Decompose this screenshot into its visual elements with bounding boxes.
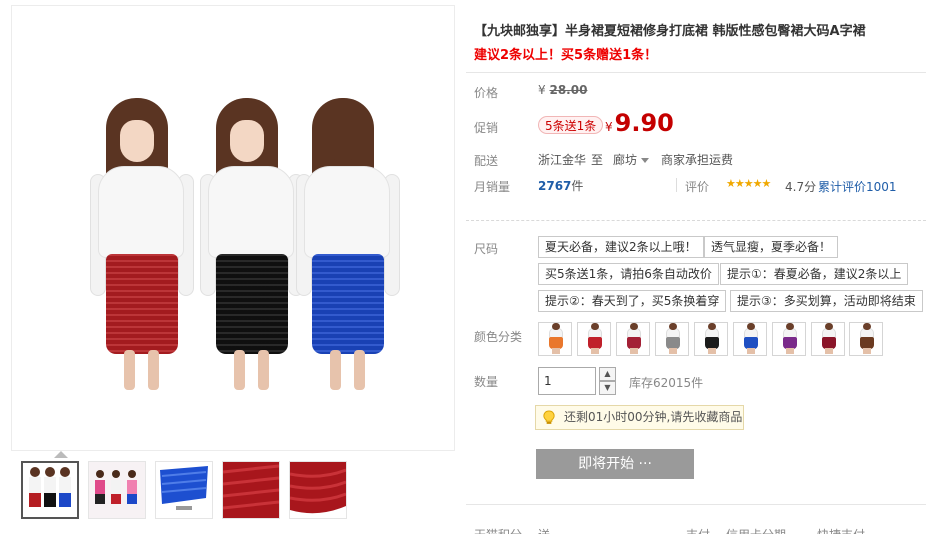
color-swatch-red-skirt[interactable]: [577, 322, 611, 356]
color-swatch-blue-skirt[interactable]: [733, 322, 767, 356]
footer-payment-label: 支付: [686, 526, 710, 534]
lightbulb-icon: [543, 410, 555, 424]
footer-credit-installment: 信用卡分期: [726, 526, 786, 534]
footer-quick-pay: 快捷支付: [817, 526, 865, 534]
price-label: 价格: [474, 86, 499, 100]
footer-points-label: 天猫积分: [474, 526, 522, 534]
thumbnail-5[interactable]: [289, 461, 347, 519]
quantity-increase-button[interactable]: ▲: [599, 367, 616, 381]
size-option-1[interactable]: 夏天必备，建议2条以上哦！: [538, 236, 704, 258]
stock-count: 库存62015件: [629, 376, 704, 390]
chevron-down-icon: [641, 158, 650, 163]
original-price-value: 28.00: [549, 83, 588, 97]
favorite-tip: 还剩01小时00分钟,请先收藏商品: [535, 405, 744, 430]
monthly-sales-label: 月销量: [474, 180, 511, 194]
monthly-sales-count: 2767: [538, 179, 572, 193]
model-black-skirt: [200, 98, 304, 390]
original-price-currency: ¥: [538, 83, 546, 97]
size-option-5[interactable]: 提示②：春天到了，买5条换着穿: [538, 290, 727, 312]
rating-label: 评价: [685, 180, 710, 194]
favorite-tip-text: 还剩01小时00分钟,请先收藏商品: [564, 410, 743, 424]
size-option-3[interactable]: 买5条送1条，请拍6条自动改价: [538, 263, 719, 285]
chevron-up-icon: ▲: [604, 369, 611, 378]
thumbnail-strip: [11, 451, 455, 534]
thumbnail-2[interactable]: [88, 461, 146, 519]
divider: [676, 178, 677, 192]
divider: [466, 72, 926, 73]
chevron-down-icon: ▼: [604, 383, 611, 392]
shipping-from: 浙江金华: [538, 153, 587, 167]
color-swatch-brown-skirt[interactable]: [849, 322, 883, 356]
promotion-tag: 5条送1条: [538, 116, 604, 134]
thumbnail-4[interactable]: [222, 461, 280, 519]
quantity-input[interactable]: [538, 367, 596, 395]
color-swatch-black-skirt[interactable]: [694, 322, 728, 356]
color-swatch-purple-skirt[interactable]: [772, 322, 806, 356]
thumbnail-1[interactable]: [21, 461, 79, 519]
promotion-price-value: 9.90: [614, 109, 674, 137]
thumbnail-3[interactable]: [155, 461, 213, 519]
color-swatch-wine-skirt[interactable]: [811, 322, 845, 356]
model-blue-skirt-back: [296, 98, 400, 390]
promotion-price-currency: ¥: [605, 120, 613, 134]
size-option-6[interactable]: 提示③：多买划算，活动即将结束: [730, 290, 923, 312]
product-title: 【九块邮独享】半身裙夏短裙修身打底裙 韩版性感包臀裙大码A字裙: [474, 24, 866, 39]
color-swatch-orange-skirt[interactable]: [538, 322, 572, 356]
size-label: 尺码: [474, 242, 499, 256]
monthly-sales-unit: 件: [571, 179, 584, 193]
promotion-price: ¥9.90: [605, 109, 674, 137]
size-option-2[interactable]: 透气显瘦，夏季必备！: [704, 236, 839, 258]
coming-soon-button[interactable]: 即将开始 ···: [536, 449, 694, 479]
shipping-to-word: 至: [591, 153, 604, 167]
quantity-label: 数量: [474, 375, 499, 389]
monthly-sales: 2767件: [538, 177, 583, 194]
size-option-4[interactable]: 提示①：春夏必备，建议2条以上: [720, 263, 909, 285]
color-label: 颜色分类: [474, 330, 523, 344]
divider: [466, 504, 926, 505]
color-swatch-burgundy-skirt[interactable]: [616, 322, 650, 356]
quantity-decrease-button[interactable]: ▼: [599, 381, 616, 395]
original-price: ¥ 28.00: [538, 83, 587, 97]
promotion-label: 促销: [474, 121, 499, 135]
shipping-destination: 廊坊: [613, 153, 638, 167]
divider: [466, 220, 926, 221]
total-reviews-link[interactable]: 累计评价1001: [818, 178, 897, 195]
product-subtitle: 建议2条以上！买5条赠送1条！: [474, 48, 658, 63]
rating-score: 4.7分: [785, 180, 817, 194]
footer-points-value: 送: [538, 526, 550, 534]
shipping-destination-select[interactable]: 廊坊: [613, 151, 650, 168]
shipping-label: 配送: [474, 154, 499, 168]
star-rating-icon: ★★★★★: [726, 177, 771, 190]
model-red-skirt: [90, 98, 194, 390]
thumbnail-pointer-icon: [54, 451, 68, 458]
color-swatch-gray-skirt[interactable]: [655, 322, 689, 356]
main-product-image[interactable]: [11, 5, 455, 451]
shipping-note: 商家承担运费: [661, 153, 734, 167]
